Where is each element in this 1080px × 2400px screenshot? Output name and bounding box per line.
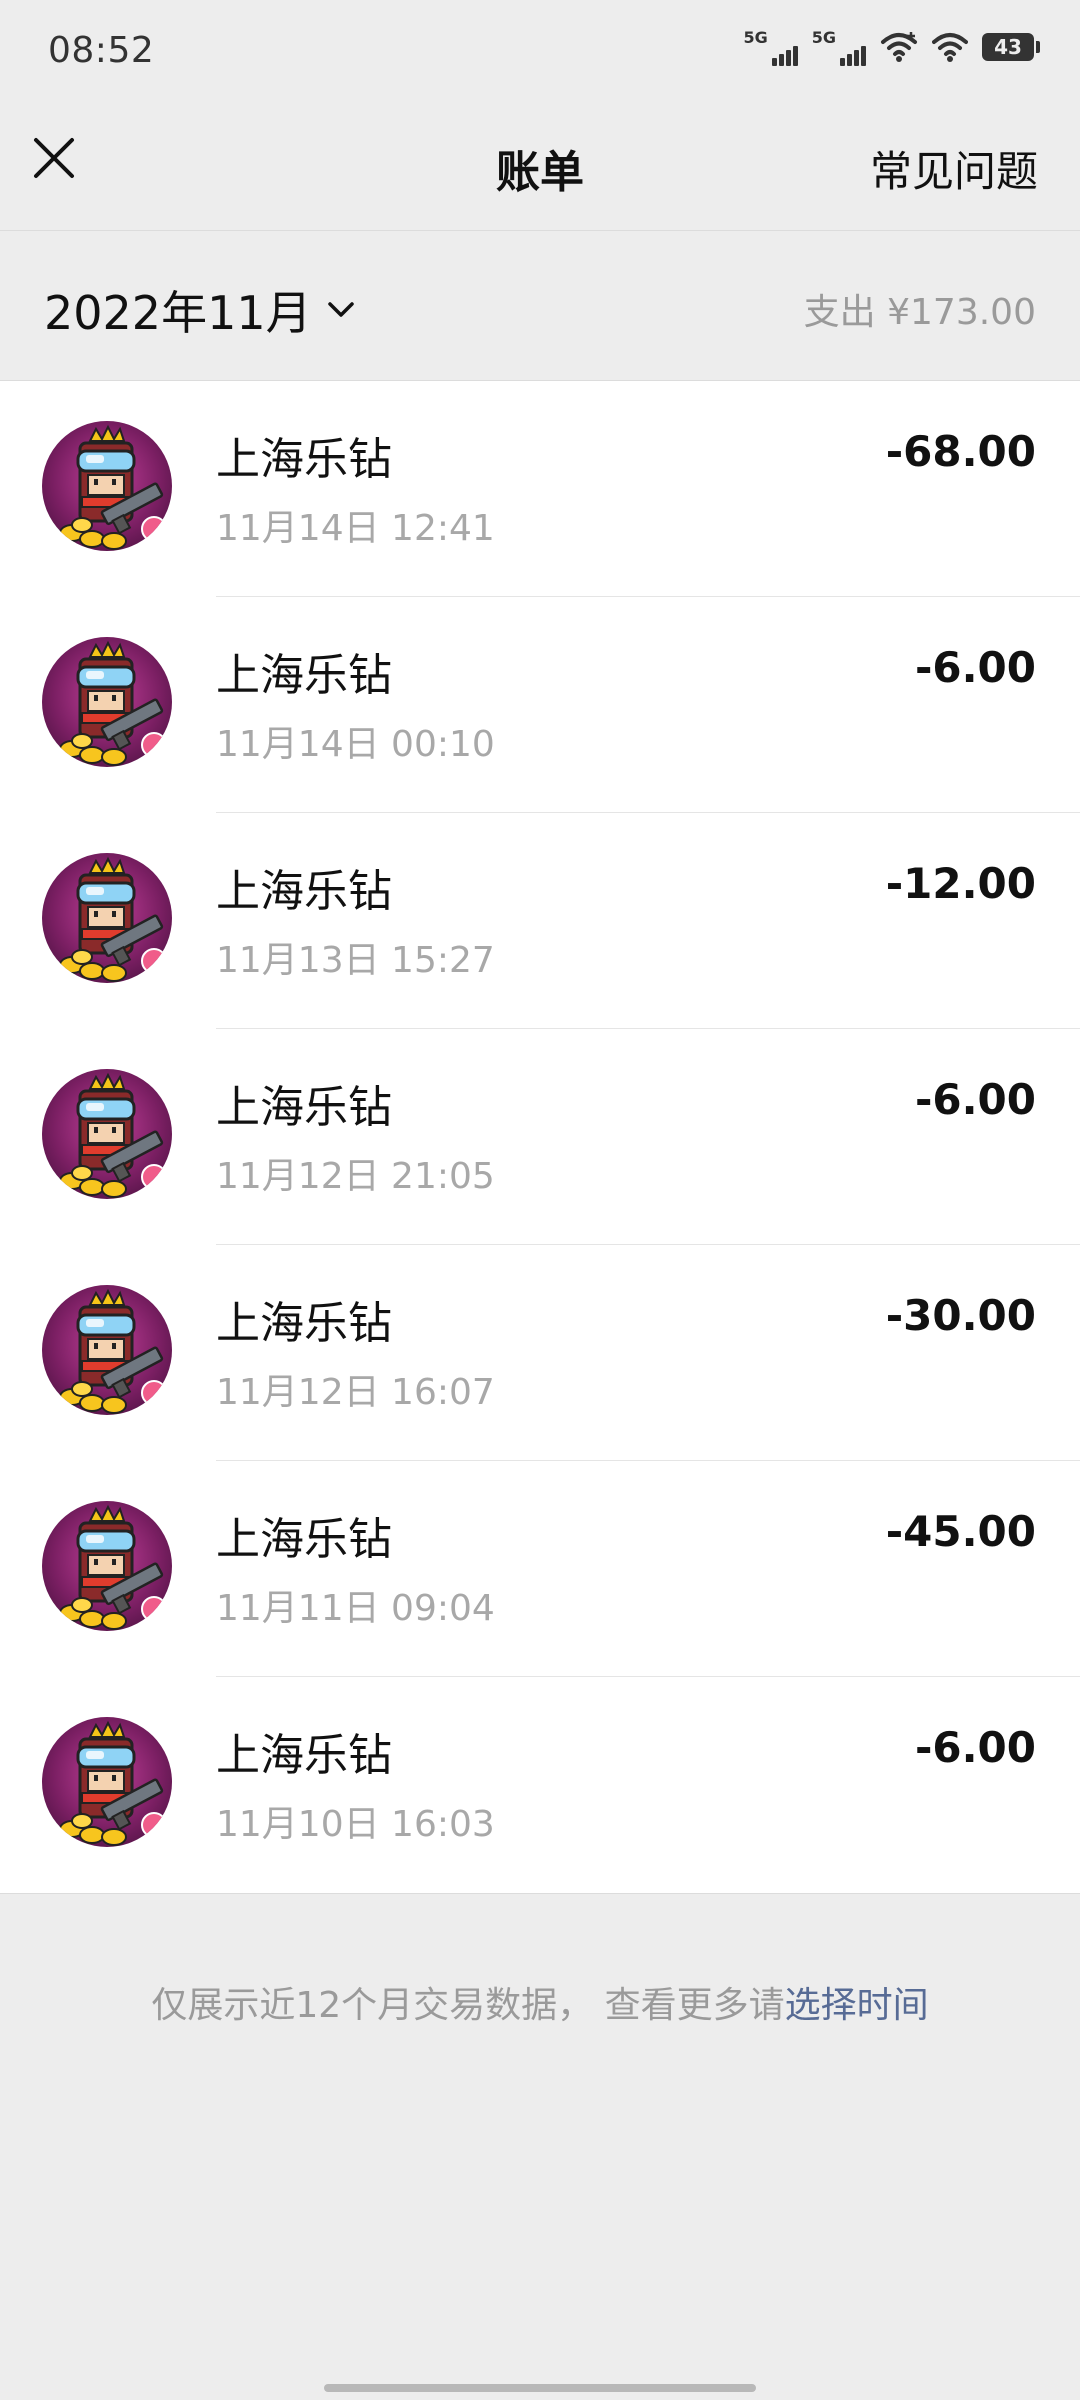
faq-link[interactable]: 常见问题 — [870, 138, 1038, 199]
signal-icon: 5G — [812, 28, 866, 66]
status-bar: 08:52 5G 5G 43 — [0, 0, 1080, 100]
month-selector[interactable]: 2022年11月 — [44, 277, 356, 343]
transaction-time: 11月10日 16:03 — [216, 1804, 495, 1845]
merchant-name: 上海乐钻 — [216, 1298, 392, 1349]
transaction-row[interactable]: 上海乐钻 11月11日 09:04 -45.00 — [0, 1461, 1080, 1677]
merchant-name: 上海乐钻 — [216, 866, 392, 917]
transaction-amount: -68.00 — [885, 427, 1036, 476]
transaction-amount: -45.00 — [885, 1507, 1036, 1556]
header: 账单 常见问题 — [0, 100, 1080, 231]
wifi-icon — [932, 33, 968, 62]
battery-icon: 43 — [982, 33, 1040, 61]
merchant-name: 上海乐钻 — [216, 650, 392, 701]
month-bar: 2022年11月 支出 ¥173.00 — [0, 231, 1080, 381]
transaction-row[interactable]: 上海乐钻 11月14日 00:10 -6.00 — [0, 597, 1080, 813]
transaction-amount: -30.00 — [885, 1291, 1036, 1340]
merchant-avatar — [42, 1069, 172, 1199]
transaction-row[interactable]: 上海乐钻 11月10日 16:03 -6.00 — [0, 1677, 1080, 1893]
home-indicator[interactable] — [324, 2384, 756, 2392]
signal-label: 5G — [811, 28, 836, 47]
battery-level: 43 — [994, 35, 1022, 59]
wifi-plus-icon — [881, 32, 917, 62]
merchant-avatar — [42, 853, 172, 983]
merchant-avatar — [42, 421, 172, 551]
merchant-name: 上海乐钻 — [216, 434, 392, 485]
merchant-avatar — [42, 1717, 172, 1847]
spend-summary: 支出 ¥173.00 — [803, 292, 1036, 333]
status-icons: 5G 5G 43 — [743, 28, 1040, 66]
transaction-amount: -6.00 — [914, 1075, 1036, 1124]
signal-label: 5G — [743, 28, 768, 47]
chevron-down-icon — [327, 302, 354, 317]
transaction-row[interactable]: 上海乐钻 11月13日 15:27 -12.00 — [0, 813, 1080, 1029]
signal-icon: 5G — [743, 28, 798, 66]
transaction-time: 11月13日 15:27 — [216, 940, 495, 981]
merchant-avatar — [42, 637, 172, 767]
transaction-time: 11月14日 00:10 — [216, 724, 495, 765]
merchant-avatar — [42, 1501, 172, 1631]
transaction-time: 11月12日 21:05 — [216, 1156, 495, 1197]
transaction-list: 上海乐钻 11月14日 12:41 -68.00 上海乐钻 11月14日 00:… — [0, 381, 1080, 1894]
transaction-amount: -6.00 — [914, 1723, 1036, 1772]
transaction-row[interactable]: 上海乐钻 11月12日 16:07 -30.00 — [0, 1245, 1080, 1461]
transaction-amount: -6.00 — [914, 643, 1036, 692]
footer-note-text: 仅展示近12个月交易数据， 查看更多请 — [151, 1985, 785, 2026]
transaction-row[interactable]: 上海乐钻 11月12日 21:05 -6.00 — [0, 1029, 1080, 1245]
select-time-link[interactable]: 选择时间 — [785, 1985, 929, 2026]
merchant-name: 上海乐钻 — [216, 1514, 392, 1565]
footer-note: 仅展示近12个月交易数据， 查看更多请选择时间 — [0, 1976, 1080, 2028]
transaction-amount: -12.00 — [885, 859, 1036, 908]
merchant-avatar — [42, 1285, 172, 1415]
transaction-time: 11月12日 16:07 — [216, 1372, 495, 1413]
transaction-row[interactable]: 上海乐钻 11月14日 12:41 -68.00 — [0, 381, 1080, 597]
transaction-time: 11月11日 09:04 — [216, 1588, 495, 1629]
transaction-time: 11月14日 12:41 — [216, 508, 495, 549]
month-label: 2022年11月 — [44, 286, 312, 340]
status-time: 08:52 — [48, 30, 155, 71]
merchant-name: 上海乐钻 — [216, 1730, 392, 1781]
merchant-name: 上海乐钻 — [216, 1082, 392, 1133]
